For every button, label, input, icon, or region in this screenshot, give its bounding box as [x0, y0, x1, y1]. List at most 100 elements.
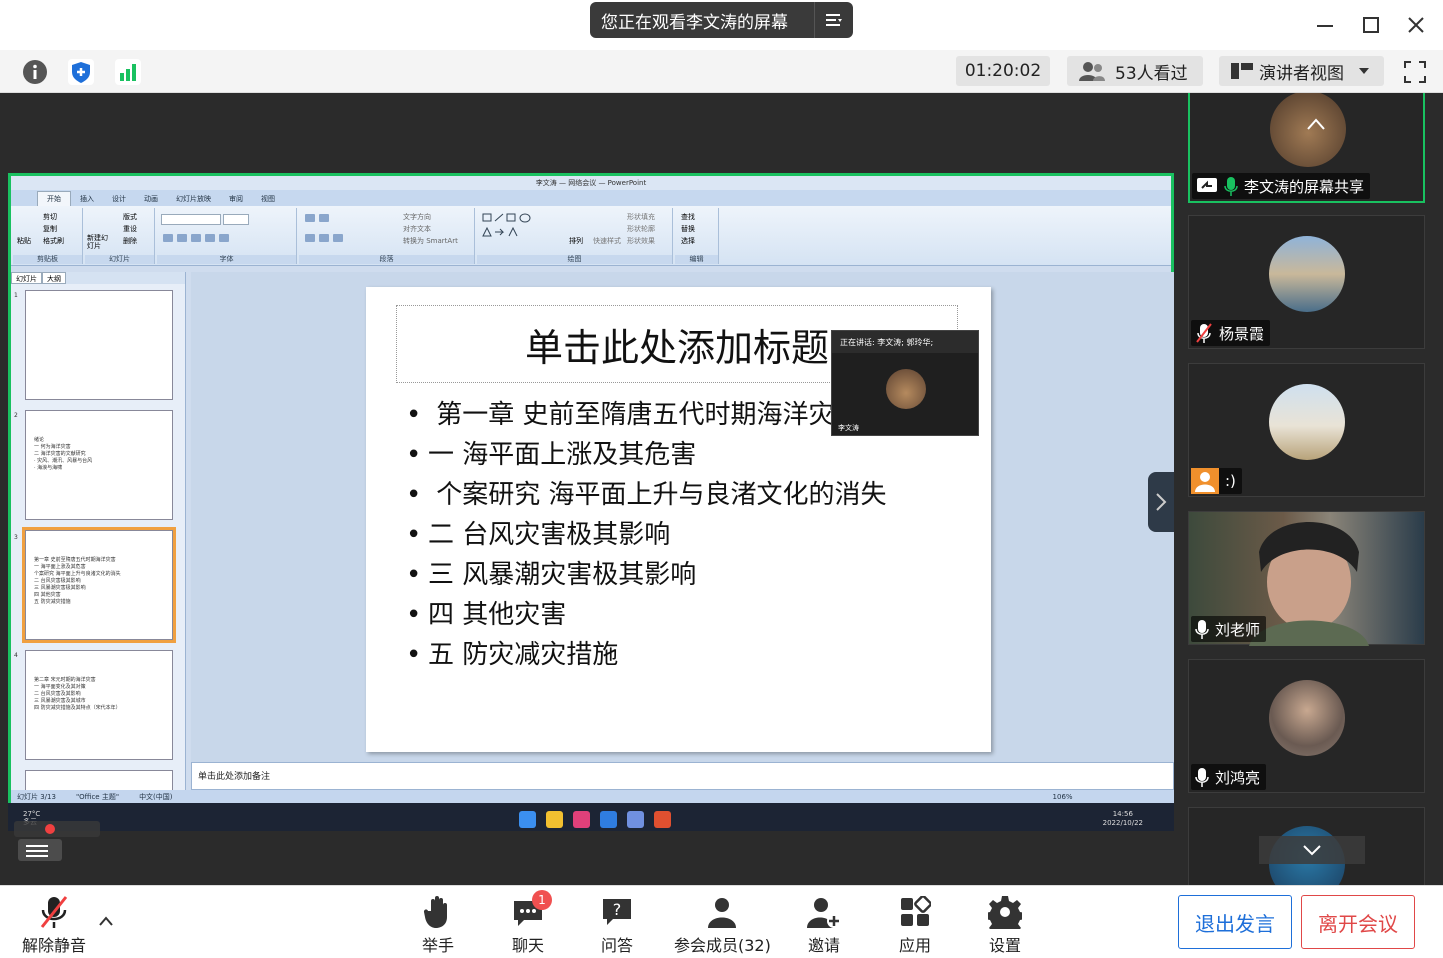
format-painter-button[interactable]: 格式刷 — [43, 236, 64, 246]
security-shield-icon[interactable] — [66, 57, 96, 87]
participant-avatar — [1269, 680, 1345, 756]
align-center-icon[interactable] — [319, 234, 329, 242]
floating-control[interactable] — [12, 819, 102, 863]
select-button[interactable]: 选择 — [681, 236, 695, 246]
chevron-up-icon[interactable] — [1306, 117, 1326, 131]
settings-button[interactable]: 设置 — [987, 894, 1023, 956]
leave-meeting-button[interactable]: 离开会议 — [1301, 895, 1415, 949]
arrange-button[interactable]: 排列 — [569, 236, 583, 246]
paste-button[interactable]: 粘贴 — [17, 236, 31, 246]
maximize-button[interactable] — [1356, 10, 1386, 40]
chevron-up-icon[interactable] — [98, 916, 114, 926]
numbering-icon[interactable] — [319, 214, 329, 222]
participant-tile[interactable]: 李文涛的屏幕共享 — [1188, 93, 1425, 203]
align-left-icon[interactable] — [305, 234, 315, 242]
bullets-icon[interactable] — [305, 214, 315, 222]
view-mode-dropdown[interactable]: 演讲者视图 — [1219, 56, 1384, 86]
apps-button[interactable]: 应用 — [897, 894, 933, 956]
signal-strength-icon[interactable] — [113, 57, 143, 87]
thumbnail-line: · 灾风、潮汛、风暴与台风 — [34, 458, 93, 464]
slide-bullet: 四 其他灾害 — [406, 595, 887, 635]
slide-thumbnail[interactable]: 绪论 一 何为海洋灾害 二 海洋灾害的文献研究 · 灾风、潮汛、风暴与台风 · … — [25, 410, 173, 520]
raise-hand-button[interactable]: 举手 — [420, 894, 456, 956]
ribbon-tab[interactable]: 动画 — [135, 192, 167, 206]
slide-bullet-list[interactable]: 第一章 史前至隋唐五代时期海洋灾害 一 海平面上涨及其危害 个案研究 海平面上升… — [406, 395, 887, 675]
sharing-banner[interactable]: 您正在观看李文涛的屏幕 — [590, 2, 853, 38]
qa-button[interactable]: ? 问答 — [599, 894, 635, 956]
members-button[interactable]: 参会成员(32) — [674, 894, 771, 956]
invite-button[interactable]: 邀请 — [806, 894, 842, 956]
quick-styles-button[interactable]: 快速样式 — [593, 236, 621, 246]
participant-tile[interactable]: :) — [1188, 363, 1425, 497]
notes-pane[interactable]: 单击此处添加备注 — [191, 762, 1174, 790]
close-button[interactable] — [1401, 10, 1431, 40]
shapes-gallery-icon[interactable] — [481, 212, 561, 246]
delete-button[interactable]: 删除 — [123, 236, 137, 246]
new-slide-button[interactable]: 新建幻灯片 — [87, 234, 113, 250]
ribbon-tab[interactable]: 审阅 — [220, 192, 252, 206]
bold-icon[interactable] — [163, 234, 173, 242]
layout-button[interactable]: 版式 — [123, 212, 137, 222]
align-text-button[interactable]: 对齐文本 — [403, 224, 431, 234]
cut-button[interactable]: 剪切 — [43, 212, 57, 222]
speaker-mini-window[interactable]: 正在讲话: 李文涛; 郭玲华; 李文涛 — [831, 330, 979, 436]
underline-icon[interactable] — [191, 234, 201, 242]
unmute-button[interactable]: 解除静音 — [22, 894, 86, 956]
start-icon[interactable] — [519, 811, 536, 828]
strikethrough-icon[interactable] — [205, 234, 215, 242]
find-button[interactable]: 查找 — [681, 212, 695, 222]
ribbon-tab[interactable]: 开始 — [37, 191, 71, 206]
shape-outline-button[interactable]: 形状轮廓 — [627, 224, 655, 234]
participant-tile[interactable] — [1188, 807, 1425, 885]
app-icon[interactable] — [573, 811, 590, 828]
status-theme: "Office 主题" — [75, 792, 120, 801]
shape-fill-button[interactable]: 形状填充 — [627, 212, 655, 222]
tab-outline[interactable]: 大纲 — [42, 272, 66, 284]
sharing-menu-icon[interactable] — [814, 2, 853, 38]
shadow-icon[interactable] — [219, 234, 229, 242]
powerpoint-icon[interactable] — [654, 811, 671, 828]
slide-thumbnail[interactable] — [25, 290, 173, 400]
ribbon-tab[interactable]: 设计 — [103, 192, 135, 206]
os-taskbar: 27°C 多云 14:56 2022/10/22 — [8, 803, 1174, 831]
replace-button[interactable]: 替换 — [681, 224, 695, 234]
speaker-avatar — [886, 369, 926, 409]
font-size-box[interactable] — [223, 214, 249, 225]
caret-down-icon — [1359, 68, 1369, 74]
participant-tile[interactable]: 杨景霞 — [1188, 215, 1425, 349]
thumbnail-line: 绪论 — [34, 437, 45, 443]
exit-speaking-button[interactable]: 退出发言 — [1178, 895, 1292, 949]
viewers-count-button[interactable]: 53人看过 — [1067, 56, 1203, 86]
ribbon-tab[interactable]: 插入 — [71, 192, 103, 206]
ribbon-tab[interactable]: 幻灯片放映 — [167, 192, 220, 206]
scroll-down-button[interactable] — [1259, 836, 1365, 864]
copy-button[interactable]: 复制 — [43, 224, 57, 234]
ribbon-tab[interactable]: 视图 — [252, 192, 284, 206]
participant-tile-video[interactable]: 刘老师 — [1188, 511, 1425, 646]
add-person-icon — [806, 894, 842, 930]
chat-button[interactable]: 1 聊天 — [510, 890, 552, 956]
file-explorer-icon[interactable] — [546, 811, 563, 828]
minimize-button[interactable] — [1310, 10, 1340, 40]
thumbnail-line: 一 海平面上涨及其危害 — [34, 564, 86, 570]
convert-smartart-button[interactable]: 转换为 SmartArt — [403, 236, 458, 246]
text-direction-button[interactable]: 文字方向 — [403, 212, 431, 222]
reset-button[interactable]: 重设 — [123, 224, 137, 234]
taskbar-clock[interactable]: 14:56 2022/10/22 — [1103, 810, 1143, 828]
font-name-box[interactable] — [161, 214, 221, 225]
slide-thumbnail[interactable]: 第二章 宋元时期的海洋灾害 一 海平面变化及其对策 二 台风灾害及其影响 三 风… — [25, 650, 173, 760]
app-icon[interactable] — [600, 811, 617, 828]
info-icon[interactable] — [20, 57, 50, 87]
participant-tile[interactable]: 刘鸿亮 — [1188, 659, 1425, 793]
shape-effects-button[interactable]: 形状效果 — [627, 236, 655, 246]
viewers-count-text: 53人看过 — [1115, 63, 1188, 84]
fullscreen-icon[interactable] — [1400, 57, 1430, 87]
photos-icon[interactable] — [627, 811, 644, 828]
expand-panel-button[interactable] — [1148, 472, 1174, 532]
window-titlebar: 您正在观看李文涛的屏幕 — [0, 0, 1443, 50]
italic-icon[interactable] — [177, 234, 187, 242]
zoom-level[interactable]: 106% — [1053, 793, 1073, 801]
align-right-icon[interactable] — [333, 234, 343, 242]
slide-thumbnail-selected[interactable]: 第一章 史前至隋唐五代时期海洋灾害 一 海平面上涨及其危害 个案研究 海平面上升… — [22, 527, 176, 643]
tab-slides[interactable]: 幻灯片 — [11, 272, 42, 284]
